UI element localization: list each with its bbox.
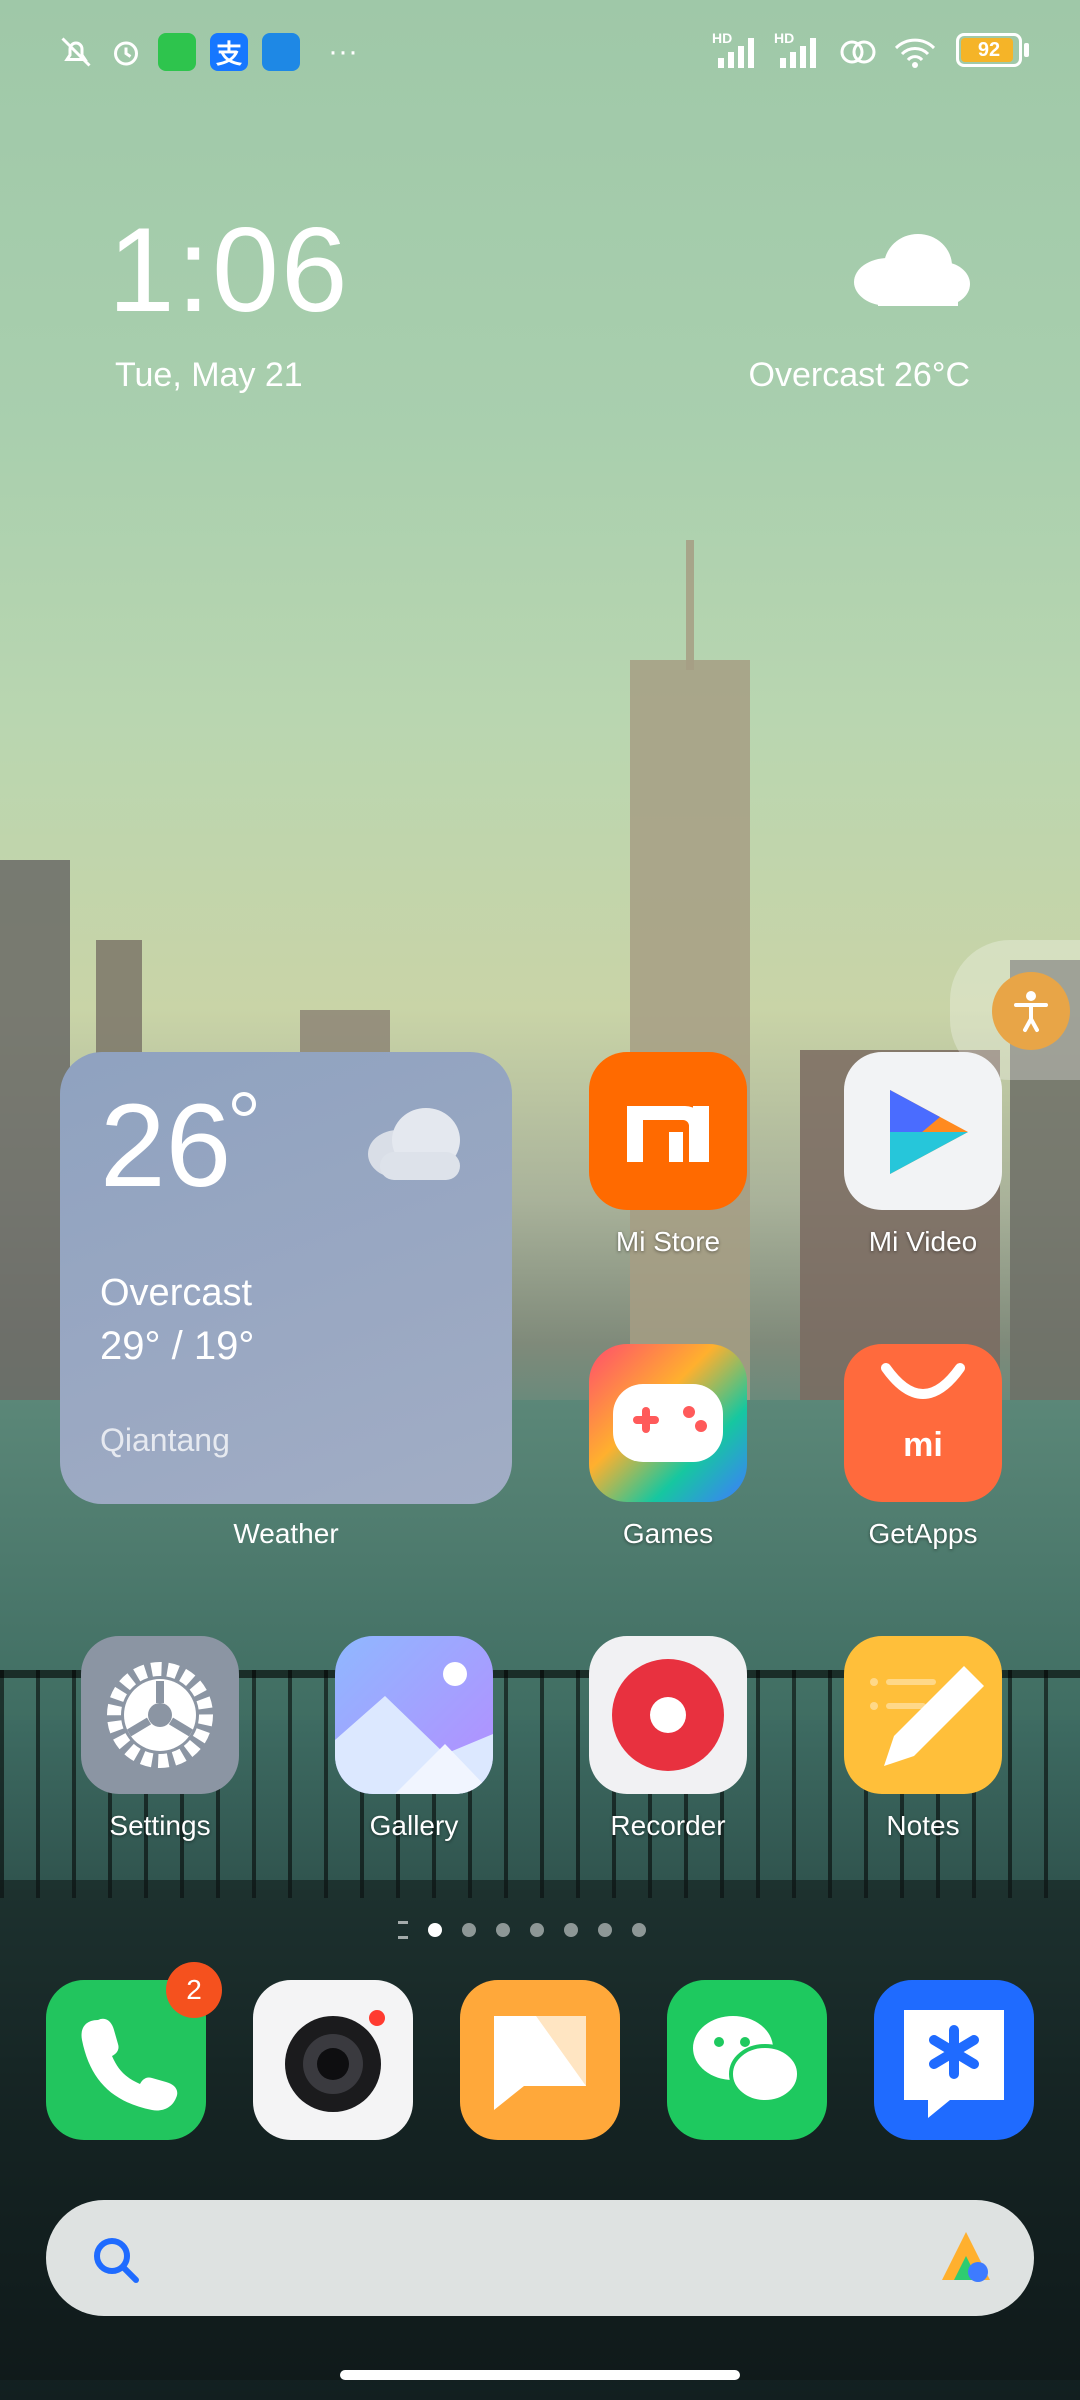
settings-icon — [81, 1636, 239, 1794]
clock-date[interactable]: Tue, May 21 — [115, 356, 303, 395]
cloud-icon — [368, 1108, 460, 1180]
app-getapps[interactable]: mi GetApps — [838, 1344, 1008, 1550]
page-dot[interactable] — [530, 1923, 544, 1937]
page-dot[interactable] — [632, 1923, 646, 1937]
alipay-icon: 支 — [210, 33, 248, 71]
page-indicator[interactable] — [398, 1918, 646, 1942]
app-label: Recorder — [610, 1810, 726, 1841]
cloud-weather-icon[interactable] — [848, 228, 972, 308]
app-games[interactable]: Games — [583, 1344, 753, 1550]
app-label: Games — [622, 1518, 714, 1549]
getapps-icon: mi — [844, 1344, 1002, 1502]
notes-icon — [844, 1636, 1002, 1794]
wechat-icon — [693, 2016, 801, 2104]
page-dot[interactable] — [462, 1923, 476, 1937]
home-gesture-bar[interactable] — [340, 2370, 740, 2380]
widget-temp-range: 29° / 19° — [100, 1324, 255, 1368]
app-label: Gallery — [369, 1810, 459, 1841]
search-bar[interactable] — [46, 2200, 1034, 2316]
app-label: Settings — [109, 1810, 211, 1841]
app-label: Mi Store — [615, 1226, 721, 1257]
app-notification-icon — [158, 33, 196, 71]
accessibility-icon — [992, 972, 1070, 1050]
dock-dingtalk[interactable] — [874, 1980, 1034, 2140]
messages-icon — [494, 2016, 586, 2110]
app-label: GetApps — [868, 1518, 978, 1549]
mi-store-icon — [589, 1052, 747, 1210]
app-recorder[interactable]: Recorder — [583, 1636, 753, 1842]
weather-widget-label: Weather — [233, 1518, 339, 1549]
phone-badge: 2 — [166, 1962, 222, 2018]
widget-condition: Overcast — [100, 1272, 253, 1314]
battery-percentage: 92 — [977, 39, 1001, 61]
svg-text:mi: mi — [903, 1426, 943, 1464]
degree-symbol — [232, 1092, 256, 1116]
app-notification-icon — [262, 33, 300, 71]
more-notifications-icon: ··· — [328, 35, 358, 68]
weather-widget[interactable]: 26 Overcast 29° / 19° Qiantang — [60, 1052, 512, 1504]
battery-icon: 92 — [956, 33, 1022, 67]
link-icon — [836, 30, 880, 74]
page-dot[interactable] — [496, 1923, 510, 1937]
widget-temperature: 26 — [100, 1080, 232, 1212]
app-notes[interactable]: Notes — [838, 1636, 1008, 1842]
ai-assistant-icon[interactable] — [934, 2226, 998, 2290]
status-bar: 支 ··· HD HD 92 — [0, 0, 1080, 100]
app-label: Notes — [886, 1810, 960, 1841]
camera-icon — [285, 2010, 385, 2112]
page-dot[interactable] — [428, 1923, 442, 1937]
alarm-icon — [104, 30, 148, 74]
page-dot[interactable] — [598, 1923, 612, 1937]
search-icon[interactable] — [88, 2232, 144, 2288]
clock-time[interactable]: 1:06 — [108, 210, 350, 330]
mute-icon — [54, 30, 98, 74]
page-list-icon[interactable] — [398, 1921, 408, 1939]
battery-tip — [1024, 43, 1029, 57]
app-gallery[interactable]: Gallery — [329, 1636, 499, 1842]
games-icon — [589, 1344, 747, 1502]
app-mi-store[interactable]: Mi Store — [583, 1052, 753, 1258]
gallery-icon — [335, 1636, 493, 1794]
app-settings[interactable]: Settings — [75, 1636, 245, 1842]
app-label: Mi Video — [868, 1226, 978, 1257]
page-dot[interactable] — [564, 1923, 578, 1937]
network-type-label: HD — [712, 30, 733, 46]
wifi-icon — [890, 30, 940, 74]
dock-messages[interactable] — [460, 1980, 620, 2140]
mi-video-icon — [844, 1052, 1002, 1210]
app-mi-video[interactable]: Mi Video — [838, 1052, 1008, 1258]
dock-wechat[interactable] — [667, 1980, 827, 2140]
dock-camera[interactable] — [253, 1980, 413, 2140]
widget-location: Qiantang — [100, 1422, 230, 1458]
dingtalk-icon — [904, 2010, 1004, 2118]
recorder-icon — [589, 1636, 747, 1794]
network-type-label: HD — [774, 30, 795, 46]
weather-summary[interactable]: Overcast 26°C — [749, 356, 970, 395]
